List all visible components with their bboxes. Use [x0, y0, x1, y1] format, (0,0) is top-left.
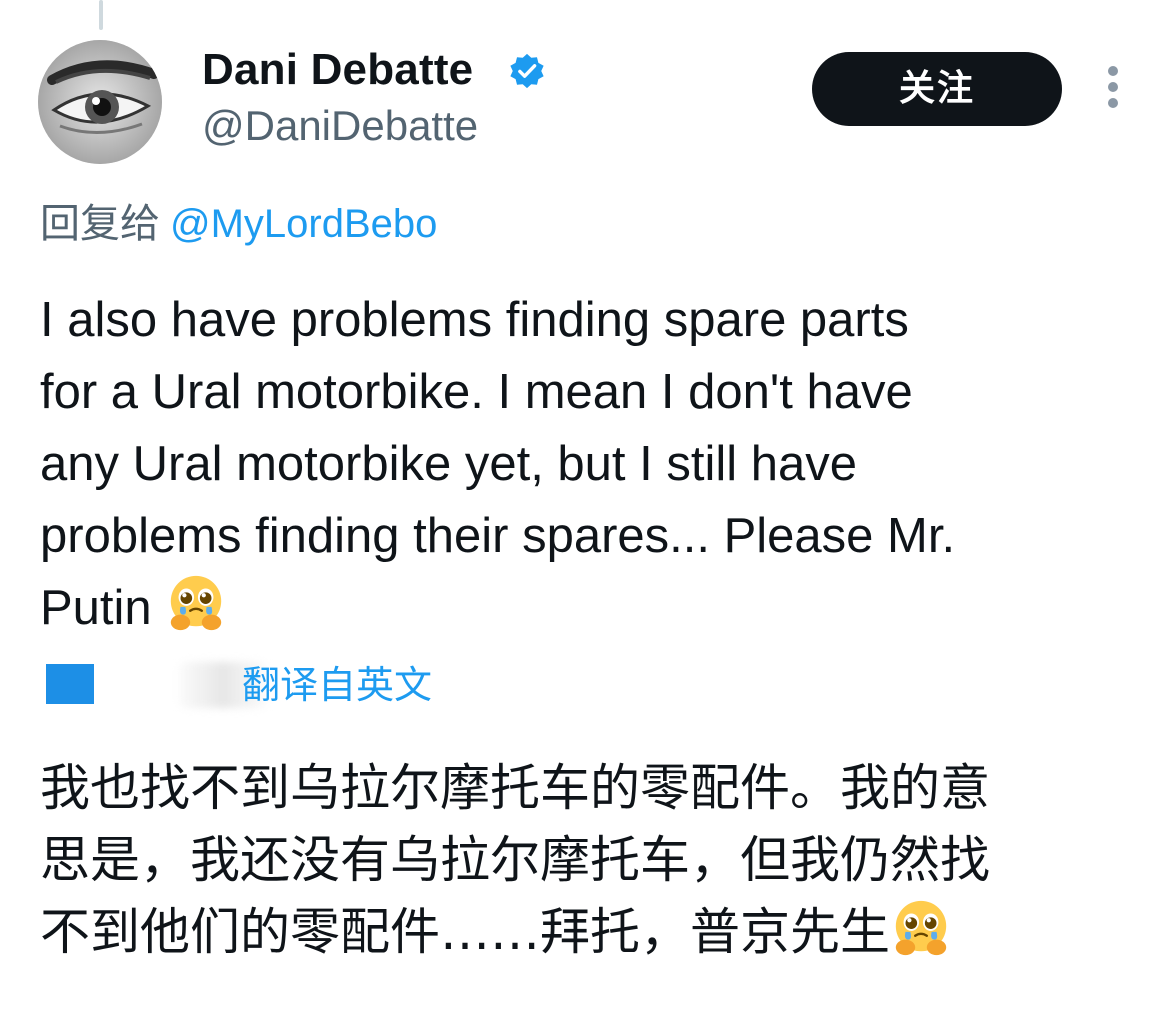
translated-text-line: 我也找不到乌拉尔摩托车的零配件。我的意 — [40, 759, 990, 817]
tweet-text-line-end: Putin — [40, 581, 152, 635]
pleading-face-emoji-icon — [895, 900, 947, 956]
follow-button[interactable]: 关注 — [812, 52, 1062, 126]
reply-to-user-link[interactable]: @MyLordBebo — [170, 202, 437, 246]
translated-text: 我也找不到乌拉尔摩托车的零配件。我的意 思是，我还没有乌拉尔摩托车，但我仍然找 … — [40, 752, 1140, 968]
more-vertical-icon[interactable] — [1098, 66, 1128, 116]
translated-text-line: 思是，我还没有乌拉尔摩托车，但我仍然找 — [40, 831, 990, 889]
tweet-text-line: I also have problems finding spare parts — [40, 293, 909, 347]
tweet-text-line-last: Putin — [40, 572, 1130, 644]
tweet-text-line: problems finding their spares... Please … — [40, 509, 956, 563]
translate-row: 翻译自英文 — [46, 660, 546, 710]
translated-text-line-last: 不到他们的零配件……拜托，普京先生 — [40, 896, 1140, 968]
translation-provider-logo — [46, 664, 94, 704]
tweet-card: Dani Debatte @DaniDebatte 关注 回复给 @MyLordB… — [0, 0, 1176, 1017]
tweet-text-line: any Ural motorbike yet, but I still have — [40, 437, 858, 491]
author-name[interactable]: Dani Debatte — [202, 44, 473, 96]
reply-to: 回复给 @MyLordBebo — [40, 198, 437, 250]
tweet-text-line: for a Ural motorbike. I mean I don't hav… — [40, 365, 913, 419]
reply-to-label: 回复给 — [40, 201, 160, 247]
tweet-text: I also have problems finding spare parts… — [40, 284, 1130, 644]
translated-from-english-link[interactable]: 翻译自英文 — [242, 662, 432, 708]
eye-avatar-icon — [38, 40, 162, 164]
pleading-face-emoji-icon — [171, 575, 222, 631]
avatar[interactable] — [38, 40, 162, 164]
translated-text-line-end: 不到他们的零配件……拜托，普京先生 — [40, 903, 890, 961]
verified-badge-icon — [510, 53, 544, 89]
thread-connector-line — [99, 0, 103, 30]
author-handle[interactable]: @DaniDebatte — [202, 100, 478, 152]
